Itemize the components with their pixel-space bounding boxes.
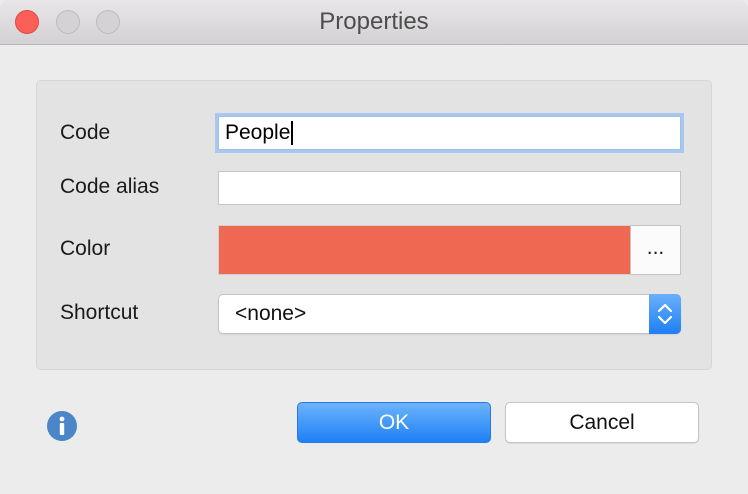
code-alias-input[interactable] — [218, 171, 681, 205]
text-caret — [291, 121, 294, 146]
shortcut-label: Shortcut — [60, 301, 139, 324]
title-bar: Properties — [0, 0, 748, 45]
window-title: Properties — [319, 8, 429, 35]
choose-color-button[interactable]: ... — [630, 225, 681, 275]
ok-button[interactable]: OK — [297, 402, 491, 443]
code-label: Code — [60, 121, 111, 144]
chevron-up-down-icon — [649, 294, 681, 334]
properties-dialog: Properties Code People Code alias Color … — [0, 0, 748, 494]
code-alias-label: Code alias — [60, 175, 160, 198]
color-label: Color — [60, 237, 111, 260]
info-icon[interactable] — [46, 410, 78, 442]
shortcut-select-value: <none> — [235, 302, 307, 325]
color-swatch[interactable] — [218, 225, 631, 275]
shortcut-select[interactable]: <none> — [218, 294, 681, 334]
cancel-button[interactable]: Cancel — [505, 402, 699, 443]
code-input-value: People — [225, 121, 291, 144]
code-input[interactable]: People — [218, 116, 681, 150]
